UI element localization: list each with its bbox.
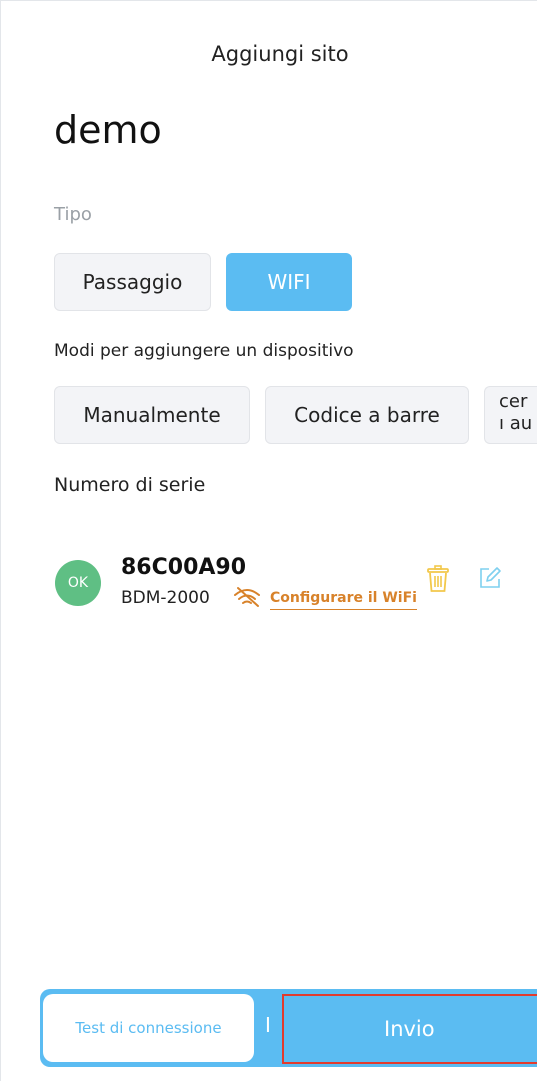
mode-partial-line1: cer xyxy=(499,391,528,412)
wifi-off-icon xyxy=(232,586,262,612)
mode-auto-button[interactable]: cer ı au xyxy=(484,386,537,444)
test-connection-label: Test di connessione xyxy=(75,1019,222,1037)
test-connection-button[interactable]: Test di connessione xyxy=(43,994,254,1062)
site-name: demo xyxy=(54,108,162,152)
screen-frame xyxy=(0,0,537,1081)
trash-icon[interactable] xyxy=(426,565,450,597)
tipo-label: Tipo xyxy=(54,204,92,225)
device-serial: 86C00A90 xyxy=(121,555,247,580)
page-title: Aggiungi sito xyxy=(211,42,349,66)
mode-option-label: Manualmente xyxy=(83,403,221,427)
status-badge: OK xyxy=(55,560,101,606)
mode-option-label: Codice a barre xyxy=(294,403,440,427)
tipo-option-label: WIFI xyxy=(267,270,311,294)
status-badge-text: OK xyxy=(67,575,89,591)
submit-label: Invio xyxy=(384,1017,435,1041)
tipo-option-passaggio[interactable]: Passaggio xyxy=(54,253,211,311)
mode-partial-line2: ı au xyxy=(499,413,533,434)
tipo-option-wifi[interactable]: WIFI xyxy=(226,253,352,311)
submit-button[interactable]: Invio xyxy=(282,994,537,1064)
button-divider: I xyxy=(265,1013,271,1037)
mode-manual-button[interactable]: Manualmente xyxy=(54,386,250,444)
mode-barcode-button[interactable]: Codice a barre xyxy=(265,386,469,444)
device-model: BDM-2000 xyxy=(121,588,210,608)
tipo-option-label: Passaggio xyxy=(82,270,183,294)
edit-icon[interactable] xyxy=(478,566,502,594)
serial-section-label: Numero di serie xyxy=(54,474,206,496)
configure-wifi-link[interactable]: Configurare il WiFi xyxy=(270,590,417,610)
add-modes-label: Modi per aggiungere un dispositivo xyxy=(54,341,354,361)
